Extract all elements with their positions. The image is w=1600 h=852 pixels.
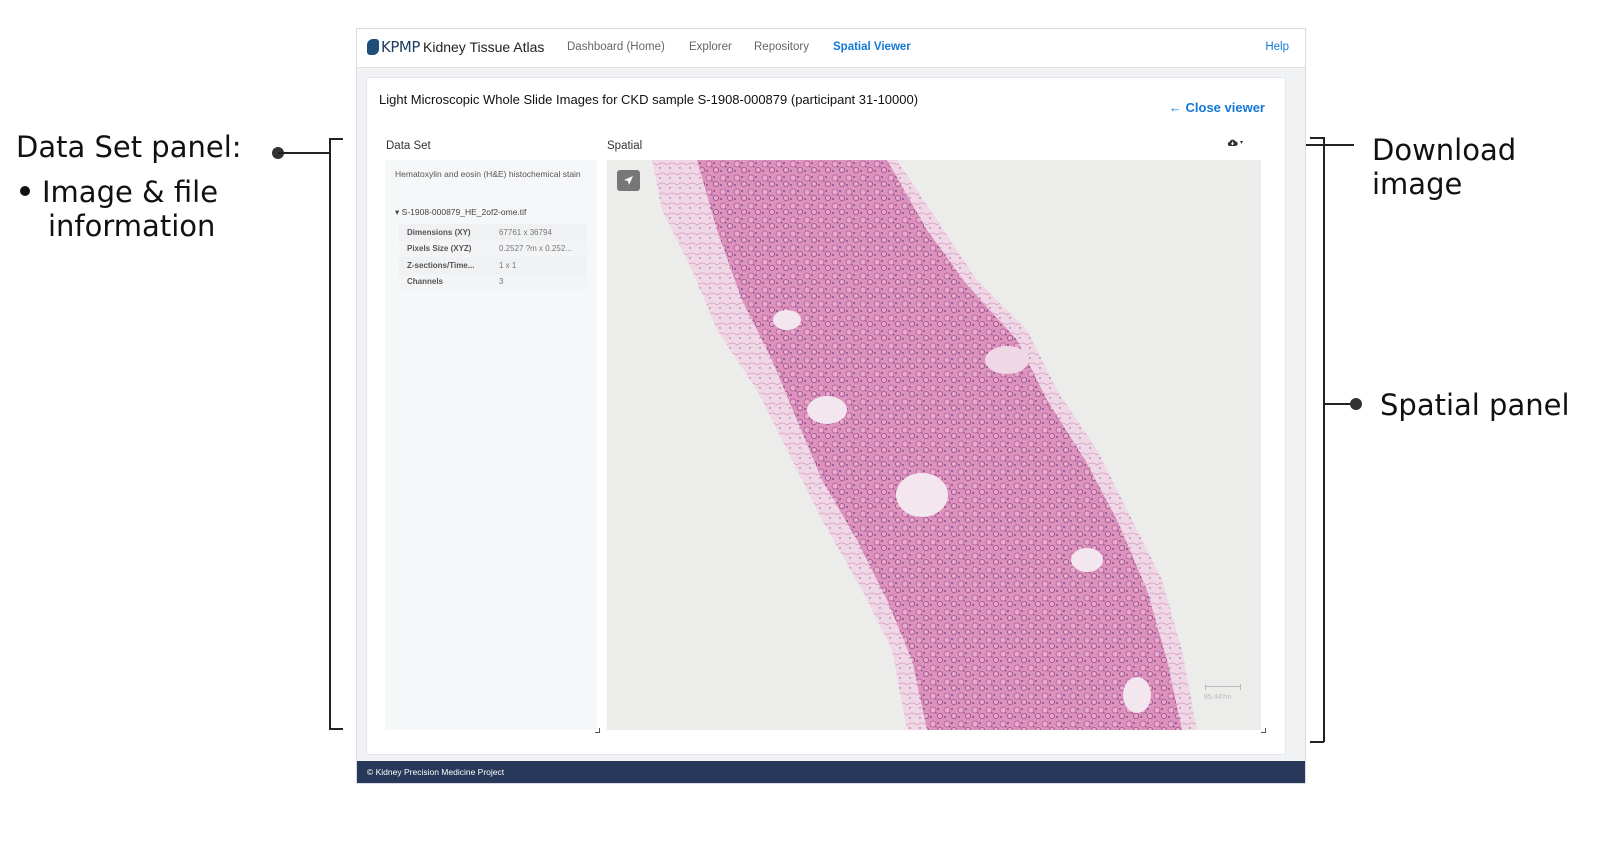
bracket-left [329,138,331,730]
page-title: Light Microscopic Whole Slide Images for… [379,92,919,107]
caret-down-icon: ▾ [395,207,400,217]
metadata-row: Z-sections/Time... 1 x 1 [399,257,587,274]
bracket-right-top [1310,137,1324,139]
file-tree-item[interactable]: ▾ S-1908-000879_HE_2of2-ome.tif [395,207,526,218]
footer: © Kidney Precision Medicine Project [357,761,1305,783]
nav-dashboard[interactable]: Dashboard (Home) [567,41,665,53]
metadata-value: 67761 x 36794 [499,227,552,237]
annotation-image-file-info: Image & file information [20,175,218,243]
nav-spatial-viewer[interactable]: Spatial Viewer [833,41,911,53]
annotation-download-line2: image [1372,167,1463,201]
dataset-panel-label: Data Set [386,140,431,152]
bracket-left-bottom [329,728,343,730]
annotation-line1: Image & file [42,175,219,209]
bracket-right [1323,137,1325,742]
metadata-row: Pixels Size (XYZ) 0.2527 ?m x 0.252... [399,240,587,257]
metadata-value: 3 [499,277,504,287]
nav-explorer[interactable]: Explorer [689,41,732,53]
annotation-spatial-panel: Spatial panel [1380,388,1570,422]
download-image-button[interactable]: ▾ [1227,138,1243,147]
annotation-line2: information [48,209,216,243]
brand-title[interactable]: Kidney Tissue Atlas [423,39,544,55]
navbar: KPMP Kidney Tissue Atlas Dashboard (Home… [357,29,1305,68]
spatial-resize-handle[interactable] [1261,728,1266,733]
spatial-panel-label: Spatial [607,140,643,152]
app-window: KPMP Kidney Tissue Atlas Dashboard (Home… [356,28,1306,784]
navigate-button[interactable] [617,170,640,191]
metadata-table: Dimensions (XY) 67761 x 36794 Pixels Siz… [399,224,587,290]
arrow-left-icon: ← [1168,100,1182,115]
metadata-value: 1 x 1 [499,260,517,270]
stain-description: Hematoxylin and eosin (H&E) histochemica… [395,169,581,179]
callout-line-spatial [1324,403,1352,405]
dataset-panel: Hematoxylin and eosin (H&E) histochemica… [385,160,597,730]
metadata-row: Channels 3 [399,273,587,290]
navigation-arrow-icon [624,176,633,185]
cloud-download-icon [1227,139,1238,147]
callout-knob-spatial [1350,398,1362,410]
bracket-right-bottom [1310,741,1324,743]
nav-repository[interactable]: Repository [754,41,809,53]
annotation-download-line1: Download [1372,133,1517,167]
logo-text: KPMP [381,38,420,56]
file-name: S-1908-000879_HE_2of2-ome.tif [401,207,527,217]
annotation-download-image: Download image [1372,133,1516,201]
metadata-value: 0.2527 ?m x 0.252... [499,244,572,254]
dataset-resize-handle[interactable] [595,728,600,733]
close-viewer-button[interactable]: ← Close viewer [1169,100,1265,115]
kpmp-logo[interactable]: KPMP [367,38,420,56]
tissue-image [652,160,1197,730]
scale-label: 95.44?m [1204,694,1232,701]
bullet-icon [20,186,30,196]
annotation-dataset-panel: Data Set panel: [16,130,242,164]
callout-line-left [278,152,330,154]
metadata-key: Dimensions (XY) [407,227,471,237]
spatial-panel[interactable]: 95.44?m [607,160,1261,730]
kidney-icon [367,39,379,55]
metadata-row: Dimensions (XY) 67761 x 36794 [399,224,587,241]
bracket-left-top [329,138,343,140]
metadata-key: Pixels Size (XYZ) [407,244,472,254]
metadata-key: Z-sections/Time... [407,260,475,270]
close-viewer-label: Close viewer [1185,100,1266,115]
chevron-down-icon: ▾ [1239,140,1243,146]
viewer-card: Light Microscopic Whole Slide Images for… [366,77,1286,755]
help-link[interactable]: Help [1265,41,1289,53]
scale-bar [1205,684,1241,690]
metadata-key: Channels [407,277,444,287]
